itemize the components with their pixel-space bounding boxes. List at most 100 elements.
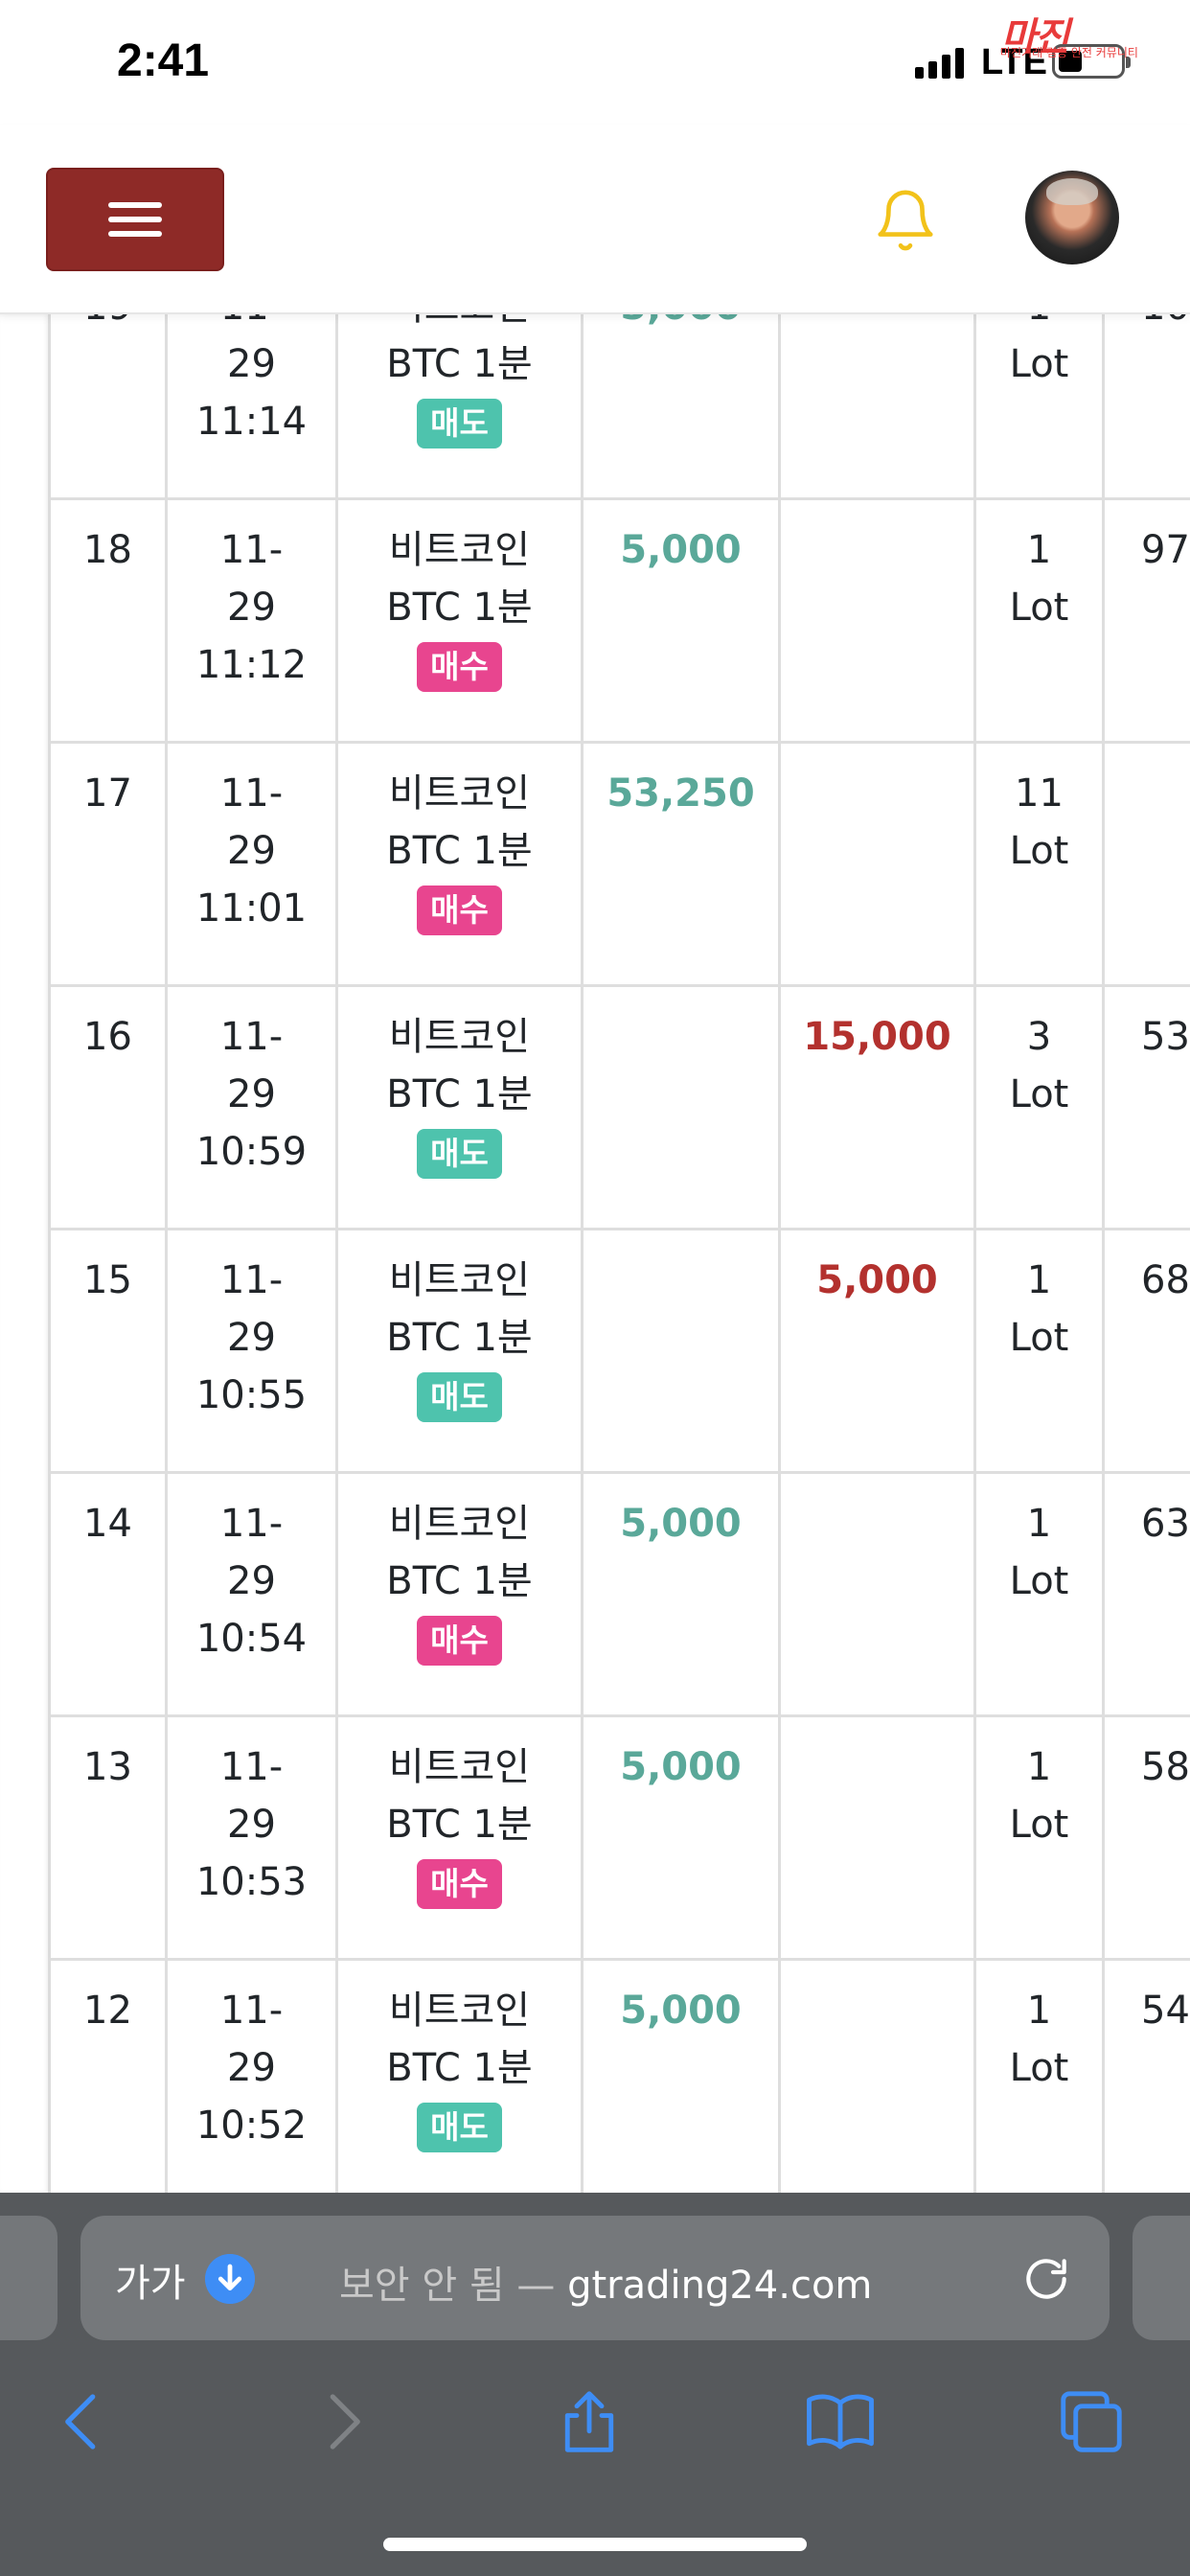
trade-time: 11:14: [195, 400, 308, 444]
table-row[interactable]: 13 11- 29 10:53 비트코인 BTC 1분 매수 5,000 1 Lot 58: [51, 1717, 1190, 1961]
lot-unit: Lot: [1009, 342, 1069, 386]
trade-date: 11-: [219, 1989, 284, 2033]
coin-name: 비트코인: [388, 1258, 531, 1302]
loss-cell: 5,000: [781, 1230, 976, 1474]
profit-cell: [584, 1230, 781, 1474]
trade-item: 비트코인 BTC 1분 매수: [338, 500, 584, 744]
product-name: BTC 1분: [386, 342, 533, 386]
trade-day: 29: [227, 829, 276, 873]
balance-value: 53: [1141, 1015, 1190, 1059]
trade-time: 10:55: [195, 1373, 308, 1417]
table-row[interactable]: 18 11- 29 11:12 비트코인 BTC 1분 매수 5,000 1 Lot 97: [51, 500, 1190, 744]
next-tab-peek[interactable]: [1133, 2216, 1190, 2340]
balance-cell: 58: [1105, 1717, 1190, 1961]
profit-cell: 5,000: [584, 500, 781, 744]
balance-cell: [1105, 744, 1190, 987]
side-badge: 매도: [417, 399, 502, 448]
table-row[interactable]: 17 11- 29 11:01 비트코인 BTC 1분 매수 53,250 11 Lot: [51, 744, 1190, 987]
trade-day: 29: [227, 1559, 276, 1603]
balance-value: 58: [1141, 1745, 1190, 1789]
trade-time: 11:01: [195, 886, 308, 931]
url-text[interactable]: 보안 안 됨 — gtrading24.com: [339, 2254, 872, 2310]
loss-value: 15,000: [803, 1015, 951, 1059]
balance-value: 63: [1141, 1502, 1190, 1546]
lot-unit: Lot: [1009, 829, 1069, 873]
trade-item: 비트코인 BTC 1분매도: [338, 314, 584, 500]
table-row[interactable]: 14 11- 29 10:54 비트코인 BTC 1분 매수 5,000 1 Lot 63: [51, 1474, 1190, 1717]
profit-value: 5,000: [584, 314, 778, 335]
balance-value: 68: [1141, 1258, 1190, 1302]
trade-datetime: 11- 29 10:59: [168, 987, 338, 1230]
app-header: [0, 125, 1190, 314]
trade-number: 19: [51, 314, 168, 500]
coin-name: 비트코인: [388, 1989, 531, 2033]
profit-value: 5,000: [620, 1502, 742, 1546]
trade-number: 13: [51, 1717, 168, 1961]
trade-datetime: 11- 29 10:55: [168, 1230, 338, 1474]
forward-icon[interactable]: [305, 2384, 379, 2459]
table-row[interactable]: 16 11- 29 10:59 비트코인 BTC 1분 매도 15,000 3 Lot 53: [51, 987, 1190, 1230]
previous-tab-peek[interactable]: [0, 2216, 57, 2340]
balance-value: 102: [1141, 314, 1190, 335]
lot-cell: 11 Lot: [976, 744, 1105, 987]
bell-icon[interactable]: [872, 186, 939, 255]
trade-day: 29: [227, 1072, 276, 1116]
balance-value: 54: [1141, 1989, 1190, 2033]
menu-button[interactable]: [46, 168, 224, 271]
trade-date: 11-: [219, 528, 284, 572]
lot-cell: 1 Lot: [976, 1717, 1105, 1961]
bookmarks-icon[interactable]: [803, 2384, 878, 2459]
side-badge: 매도: [417, 1372, 502, 1422]
lot-quantity: 1: [1026, 1258, 1052, 1302]
trade-date: 11-: [219, 1502, 284, 1546]
table-row[interactable]: 15 11- 29 10:55 비트코인 BTC 1분 매도 5,000 1 Lot 68: [51, 1230, 1190, 1474]
share-icon[interactable]: [552, 2384, 627, 2459]
product-name: BTC 1분: [386, 586, 533, 630]
lot-unit: Lot: [1009, 1072, 1069, 1116]
profit-value: 53,250: [606, 771, 755, 816]
profit-cell: 5,000: [584, 1961, 781, 2193]
trade-date: 11-: [219, 1015, 284, 1059]
profit-cell: 5,000: [584, 1717, 781, 1961]
trade-datetime: 11- 29 10:52: [168, 1961, 338, 2193]
profit-cell: 5,000: [584, 1474, 781, 1717]
trade-datetime: 11- 29 11:14: [168, 314, 338, 500]
side-badge: 매수: [417, 886, 502, 935]
trade-number: 15: [51, 1230, 168, 1474]
download-icon[interactable]: [205, 2254, 255, 2304]
home-indicator: [383, 2538, 807, 2551]
trade-day: 29: [227, 1316, 276, 1360]
tabs-icon[interactable]: [1054, 2384, 1129, 2459]
trade-number: 12: [51, 1961, 168, 2193]
balance-cell: 53: [1105, 987, 1190, 1230]
reload-icon[interactable]: [1019, 2252, 1073, 2306]
loss-cell: [781, 1961, 976, 2193]
lot-quantity: 1: [1026, 1745, 1052, 1789]
profit-value: 5,000: [620, 1989, 742, 2033]
coin-name: 비트코인: [388, 1745, 531, 1789]
trade-item: 비트코인 BTC 1분매도: [338, 1230, 584, 1474]
trade-time: 10:53: [195, 1860, 308, 1904]
trade-datetime: 11- 29 11:01: [168, 744, 338, 987]
profit-cell: 53,250: [584, 744, 781, 987]
back-icon[interactable]: [46, 2384, 121, 2459]
trade-date: 11-: [219, 1258, 284, 1302]
reader-options-button[interactable]: 가가: [115, 2252, 186, 2308]
trade-number: 18: [51, 500, 168, 744]
address-bar[interactable]: 가가 보안 안 됨 — gtrading24.com: [80, 2216, 1110, 2340]
side-badge: 매수: [417, 1859, 502, 1909]
lot-cell: 1 Lot: [976, 1961, 1105, 2193]
lot-cell: 1 Lot: [976, 500, 1105, 744]
avatar[interactable]: [1025, 171, 1119, 264]
trade-datetime: 11- 29 10:53: [168, 1717, 338, 1961]
trade-item: 비트코인 BTC 1분매도: [338, 1961, 584, 2193]
table-row[interactable]: 12 11- 29 10:52 비트코인 BTC 1분 매도 5,000 1 Lot 54: [51, 1961, 1190, 2193]
loss-cell: [781, 314, 976, 500]
lot-quantity: 1: [1026, 528, 1052, 572]
balance-cell: 102: [1105, 314, 1190, 500]
trade-time: 11:12: [195, 643, 308, 687]
balance-cell: 54: [1105, 1961, 1190, 2193]
table-row[interactable]: 1911- 29 11:14 비트코인 BTC 1분매도 5,000 1 Lot 102: [51, 314, 1190, 500]
trade-datetime: 11- 29 10:54: [168, 1474, 338, 1717]
trade-date: 11-: [219, 771, 284, 816]
